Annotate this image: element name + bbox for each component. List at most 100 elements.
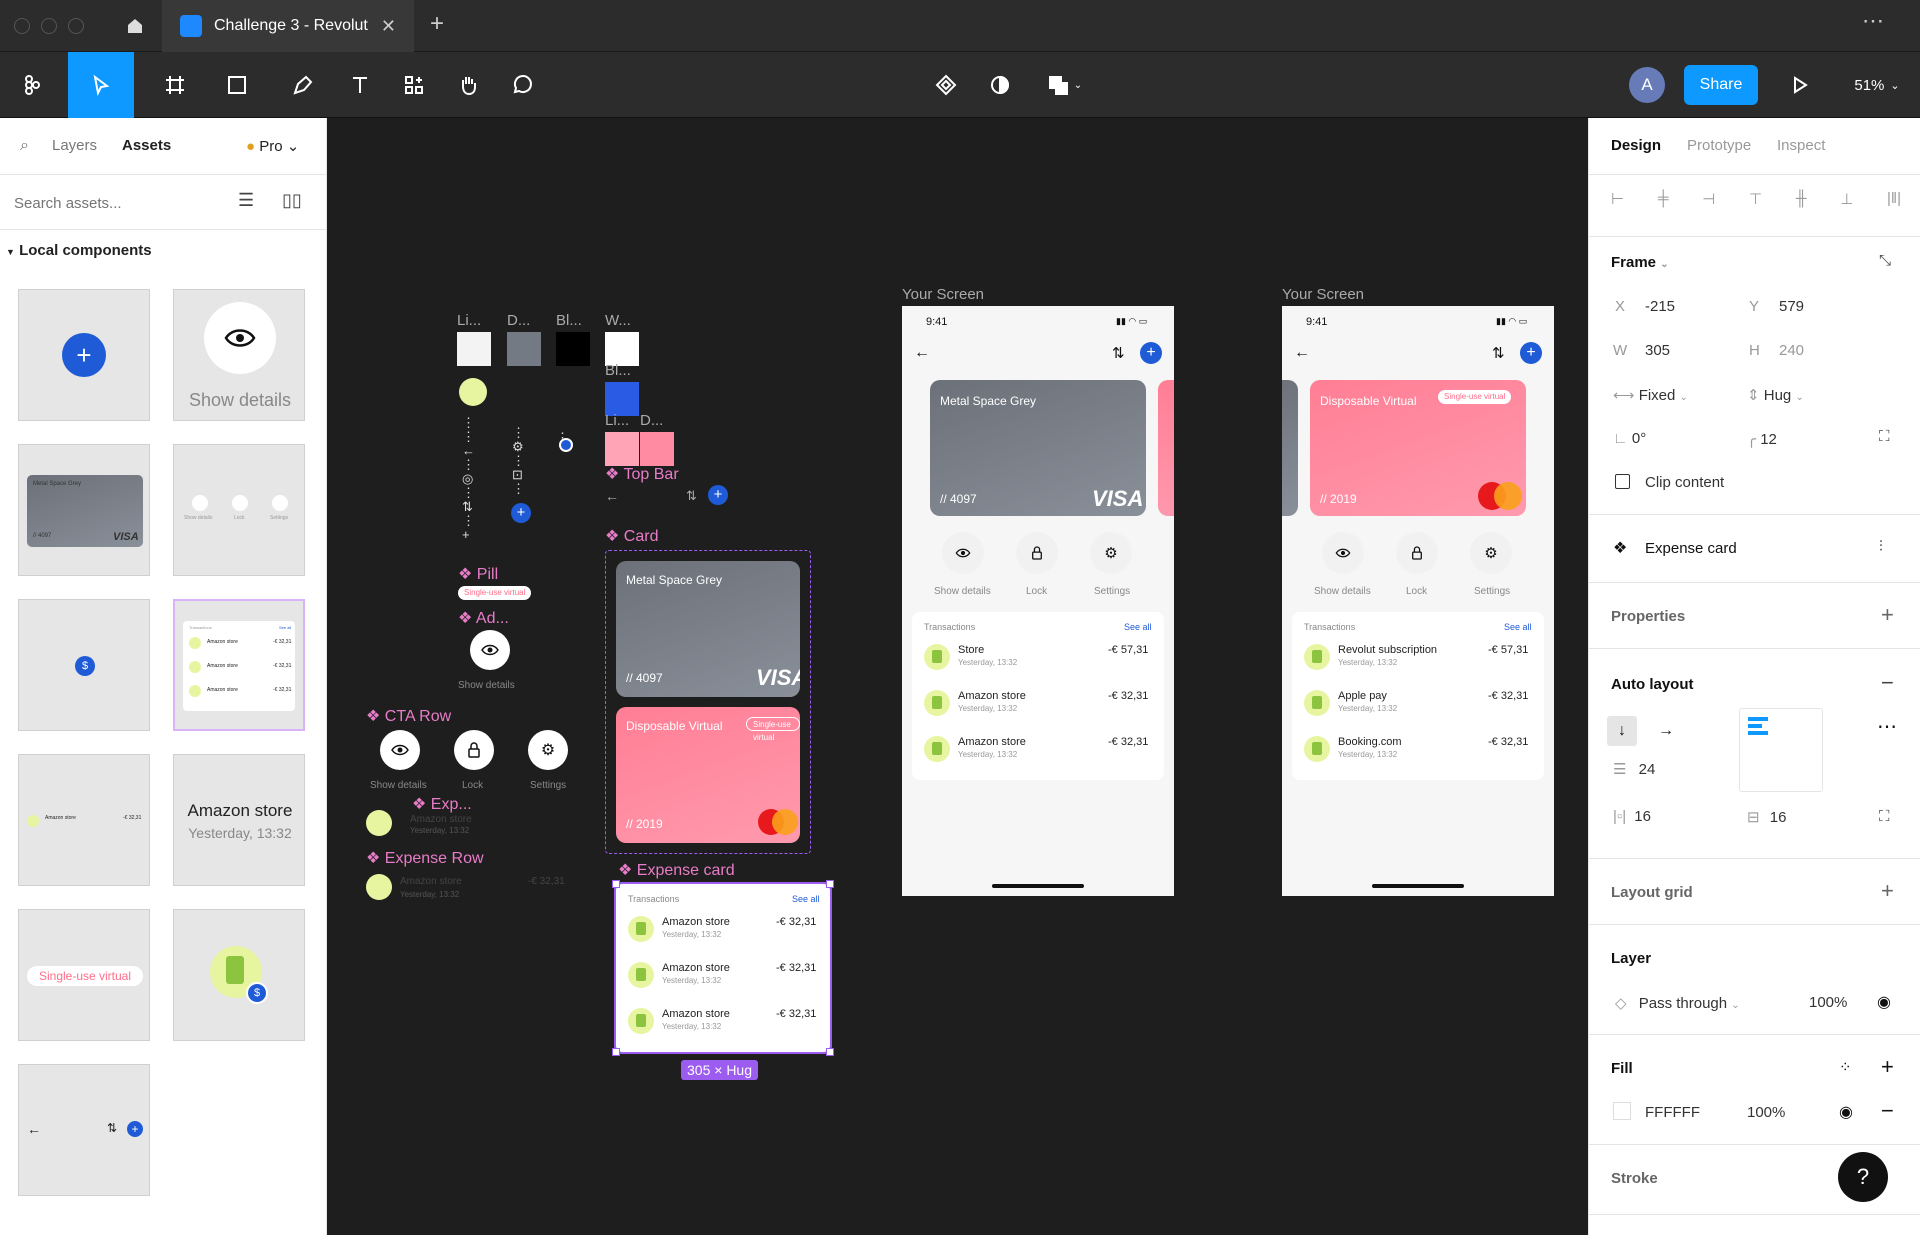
component-label-exp[interactable]: ❖ Exp...	[412, 794, 472, 814]
frame-tool-icon[interactable]	[150, 52, 200, 118]
blend-mode-dropdown[interactable]: ◇ Pass through ⌄	[1615, 994, 1740, 1012]
see-all-link[interactable]: See all	[1504, 622, 1532, 632]
direction-vertical-button[interactable]: ↓	[1607, 716, 1637, 746]
card-peek[interactable]	[1158, 380, 1174, 516]
asset-tile-top-bar[interactable]: ← ⇅ +	[18, 1064, 150, 1196]
merchant-avatar[interactable]	[459, 378, 487, 406]
swap-icon[interactable]: ⇅	[1112, 344, 1125, 362]
card-disposable-virtual[interactable]: Disposable Virtual Single-use virtual //…	[1310, 380, 1526, 516]
direction-horizontal-button[interactable]: →	[1651, 716, 1681, 746]
asset-tile-pill[interactable]: Single-use virtual	[18, 909, 150, 1041]
card-metal-space-grey[interactable]: Metal Space Grey // 4097 VISA	[930, 380, 1146, 516]
individual-padding-icon[interactable]: ⛶	[1879, 808, 1890, 825]
close-tab-icon[interactable]: ✕	[381, 16, 396, 37]
back-arrow-icon[interactable]: ←	[1294, 344, 1310, 362]
pen-tool-icon[interactable]	[278, 52, 328, 118]
pill-instance[interactable]: Single-use virtual	[458, 586, 532, 600]
y-field[interactable]: 579	[1779, 298, 1804, 315]
w-field[interactable]: 305	[1645, 342, 1670, 359]
user-avatar[interactable]: A	[1629, 67, 1665, 103]
align-bottom-icon[interactable]: ⊥	[1840, 190, 1853, 208]
eye-icon[interactable]	[1322, 532, 1364, 574]
remove-auto-layout-icon[interactable]: −	[1881, 670, 1894, 696]
fill-visibility-eye-icon[interactable]: ◉	[1839, 1102, 1853, 1122]
component-icon[interactable]	[926, 52, 966, 118]
hand-tool-icon[interactable]	[448, 52, 488, 118]
align-center-v-icon[interactable]: ╫	[1796, 190, 1807, 208]
x-field[interactable]: -215	[1645, 298, 1675, 315]
expense-card[interactable]: Transactions See all Store Yesterday, 13…	[912, 612, 1164, 780]
zoom-dropdown[interactable]: 51% ⌄	[1845, 52, 1909, 118]
vertical-padding-field[interactable]: ⊟ 16	[1747, 808, 1786, 826]
rectangle-tool-icon[interactable]	[212, 52, 262, 118]
swatch-dark[interactable]	[507, 332, 541, 366]
resize-handle[interactable]	[612, 880, 620, 888]
asset-tile-add-button[interactable]: +	[18, 289, 150, 421]
align-top-icon[interactable]: ⊤	[1749, 190, 1762, 208]
asset-tile-avatar[interactable]: $	[173, 909, 305, 1041]
alignment-grid[interactable]	[1739, 708, 1823, 792]
search-assets-input[interactable]	[14, 188, 214, 218]
library-icon[interactable]: ▯▯	[282, 190, 302, 211]
list-view-icon[interactable]: ☰	[238, 190, 254, 211]
see-all-link[interactable]: See all	[1124, 622, 1152, 632]
search-icon[interactable]: ⌕	[20, 137, 29, 155]
canvas[interactable]: Li... D... Bl... W... Bl... Li... D... ⋮…	[328, 118, 1587, 1235]
resize-handle[interactable]	[826, 1048, 834, 1056]
settings-gear-icon[interactable]: ⚙	[1470, 532, 1512, 574]
swatch-blue[interactable]	[605, 382, 639, 416]
eye-icon[interactable]	[380, 730, 420, 770]
dollar-icon[interactable]	[559, 438, 573, 452]
component-label-expense-row[interactable]: ❖ Expense Row	[366, 848, 484, 868]
fill-opacity-field[interactable]: 100%	[1747, 1104, 1785, 1121]
share-button[interactable]: Share	[1684, 65, 1758, 105]
tab-inspect[interactable]: Inspect	[1777, 137, 1825, 154]
tab-layers[interactable]: Layers	[52, 137, 97, 154]
plus-icon[interactable]: +	[1520, 342, 1542, 364]
asset-tile-expense-card[interactable]: Transactions See all Amazon store -€ 32,…	[173, 599, 305, 731]
component-label-ad[interactable]: ❖ Ad...	[458, 608, 509, 628]
tab-design[interactable]: Design	[1611, 137, 1661, 154]
plus-icon[interactable]: +	[708, 485, 728, 505]
asset-tile-cta-row[interactable]: Show details Lock Settings	[173, 444, 305, 576]
boolean-ops-icon[interactable]: ⌄	[1040, 52, 1090, 118]
align-left-icon[interactable]: ⊢	[1611, 190, 1624, 208]
advanced-layout-icon[interactable]: ⋯	[1877, 714, 1897, 739]
independent-corners-icon[interactable]: ⛶	[1879, 428, 1890, 445]
frame-dropdown[interactable]: Frame ⌄	[1611, 254, 1669, 271]
add-fill-icon[interactable]: +	[1881, 1054, 1894, 1080]
swap-icon[interactable]: ⇅	[1492, 344, 1505, 362]
resources-icon[interactable]	[394, 52, 434, 118]
asset-tile-dollar-badge[interactable]: $	[18, 599, 150, 731]
lock-icon[interactable]	[1016, 532, 1058, 574]
fill-hex-field[interactable]: FFFFFF	[1645, 1104, 1700, 1121]
frame-label[interactable]: Your Screen	[902, 286, 984, 303]
file-tab[interactable]: Challenge 3 - Revolut ✕	[162, 0, 414, 52]
back-arrow-icon[interactable]: ←	[914, 344, 930, 362]
local-components-header[interactable]: ▼ Local components	[6, 242, 152, 259]
component-label-card[interactable]: ❖ Card	[605, 526, 658, 546]
asset-tile-store-text[interactable]: Amazon store Yesterday, 13:32	[173, 754, 305, 886]
layer-visibility-eye-icon[interactable]: ◉	[1877, 992, 1891, 1012]
present-play-icon[interactable]	[1780, 52, 1820, 118]
card-disposable-virtual[interactable]: Disposable Virtual Single-use virtual //…	[616, 707, 800, 843]
swatch-light[interactable]	[457, 332, 491, 366]
expense-card-selected[interactable]: Transactions See all Amazon store Yester…	[614, 882, 832, 1054]
remove-fill-icon[interactable]: −	[1881, 1098, 1894, 1124]
settings-gear-icon[interactable]: ⚙	[528, 730, 568, 770]
eye-icon[interactable]	[942, 532, 984, 574]
more-menu-icon[interactable]: ⋯	[1862, 8, 1884, 34]
move-tool-button[interactable]	[68, 52, 134, 118]
rotation-field[interactable]: ∟ 0°	[1613, 430, 1646, 447]
see-all-link[interactable]: See all	[792, 894, 820, 904]
home-icon[interactable]	[108, 0, 162, 52]
layer-opacity-field[interactable]: 100%	[1809, 994, 1847, 1011]
swatch-pink[interactable]	[640, 432, 674, 466]
comment-tool-icon[interactable]	[502, 52, 542, 118]
resize-to-fit-icon[interactable]: ⤡	[1879, 252, 1891, 269]
spacing-field[interactable]: ☰ 24	[1613, 760, 1655, 778]
component-label-pill[interactable]: ❖ Pill	[458, 564, 498, 584]
expense-card[interactable]: Transactions See all Revolut subscriptio…	[1292, 612, 1544, 780]
resize-handle[interactable]	[612, 1048, 620, 1056]
settings-gear-icon[interactable]: ⚙	[1090, 532, 1132, 574]
